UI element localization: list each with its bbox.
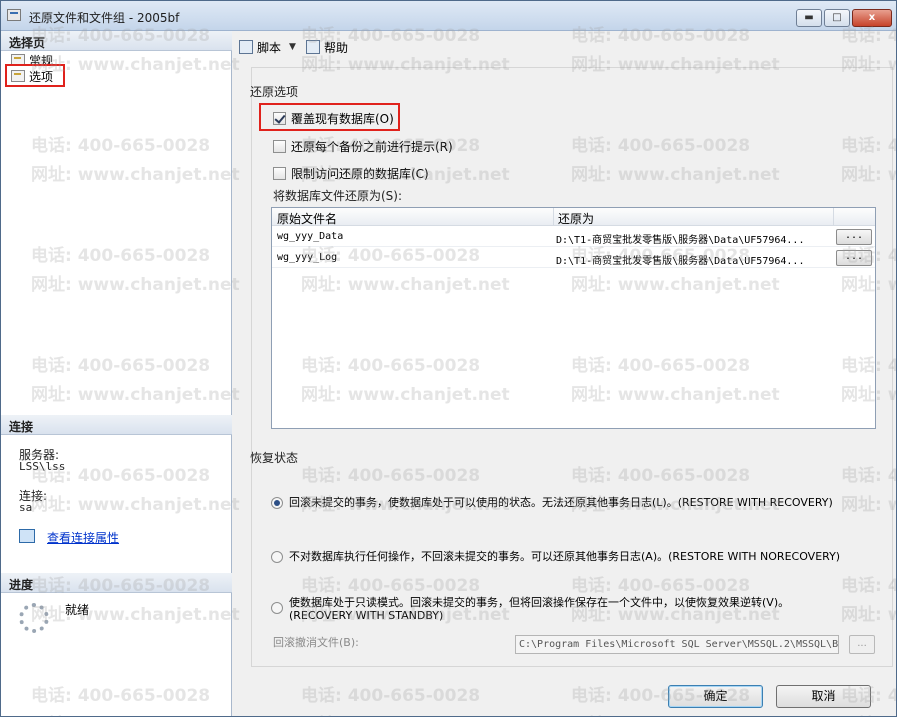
radio-norecovery[interactable] [271, 551, 283, 563]
restore-as-cell[interactable]: D:\T1-商贸宝批发零售版\服务器\Data\UF57964... [556, 252, 830, 267]
left-pane: 选择页 常规 选项 连接 服务器: LSS\lss 连接: sa 查看连接属性 … [1, 31, 232, 716]
restrict-label: 限制访问还原的数据库(C) [291, 167, 429, 181]
undo-file-input[interactable]: C:\Program Files\Microsoft SQL Server\MS… [515, 635, 839, 654]
help-icon [305, 40, 320, 54]
connection-header: 连接 [1, 415, 232, 435]
progress-spinner-icon [19, 603, 49, 633]
maximize-button[interactable]: □ [824, 9, 850, 27]
view-connection-properties-link[interactable]: 查看连接属性 [47, 529, 119, 546]
restore-as-label: 将数据库文件还原为(S): [273, 189, 403, 203]
grid-header: 原始文件名 还原为 [272, 208, 875, 226]
prompt-label: 还原每个备份之前进行提示(R) [291, 140, 453, 154]
progress-status: 就绪 [65, 603, 90, 617]
app-icon [7, 9, 21, 21]
restore-dialog-window: 还原文件和文件组 - 2005bf ▬ □ x 选择页 常规 选项 连接 服务器… [0, 0, 897, 717]
script-button[interactable]: 脚本 ▼ [239, 39, 296, 56]
table-row[interactable]: wg_yyy_Data D:\T1-商贸宝批发零售版\服务器\Data\UF57… [272, 227, 875, 247]
restore-options-title: 还原选项 [250, 85, 299, 99]
column-header-original[interactable]: 原始文件名 [277, 210, 337, 227]
prompt-checkbox-row[interactable]: 还原每个备份之前进行提示(R) [273, 138, 453, 155]
progress-header: 进度 [1, 573, 232, 593]
help-button[interactable]: 帮助 [305, 39, 348, 56]
script-icon [239, 40, 253, 54]
toolbar: 脚本 ▼ 帮助 [233, 31, 896, 63]
radio-recovery[interactable] [271, 497, 283, 509]
undo-file-label: 回滚撤消文件(B): [273, 636, 359, 649]
standby-label-mode: (RECOVERY WITH STANDBY) [289, 609, 444, 622]
cancel-button[interactable]: 取消 [776, 685, 871, 708]
recovery-option-standby[interactable]: 使数据库处于只读模式。回滚未提交的事务，但将回滚操作保存在一个文件中，以使恢复效… [271, 596, 789, 622]
standby-label: 使数据库处于只读模式。回滚未提交的事务，但将回滚操作保存在一个文件中，以使恢复效… [289, 596, 790, 609]
restrict-checkbox-row[interactable]: 限制访问还原的数据库(C) [273, 165, 429, 182]
select-page-header: 选择页 [1, 31, 232, 51]
recovery-state-title: 恢复状态 [250, 451, 299, 465]
restore-files-grid[interactable]: 原始文件名 还原为 wg_yyy_Data D:\T1-商贸宝批发零售版\服务器… [271, 207, 876, 429]
browse-button[interactable]: ... [836, 250, 872, 266]
browse-button[interactable]: ... [836, 229, 872, 245]
norecovery-label: 不对数据库执行任何操作，不回滚未提交的事务。可以还原其他事务日志(A)。(RES… [289, 550, 841, 563]
close-button[interactable]: x [852, 9, 892, 27]
original-file-cell: wg_yyy_Log [277, 252, 338, 263]
column-header-restore-as[interactable]: 还原为 [558, 210, 594, 227]
overwrite-highlight-box [259, 103, 400, 131]
script-label: 脚本 [257, 40, 282, 55]
minimize-button[interactable]: ▬ [796, 9, 822, 27]
title-bar[interactable]: 还原文件和文件组 - 2005bf ▬ □ x [1, 1, 896, 31]
prompt-checkbox[interactable] [273, 140, 286, 153]
recovery-label: 回滚未提交的事务，使数据库处于可以使用的状态。无法还原其他事务日志(L)。(RE… [289, 496, 833, 509]
recovery-option-recovery[interactable]: 回滚未提交的事务，使数据库处于可以使用的状态。无法还原其他事务日志(L)。(RE… [271, 496, 833, 509]
connection-properties-icon [19, 529, 35, 543]
connection-value: sa [19, 501, 33, 514]
restore-as-cell[interactable]: D:\T1-商贸宝批发零售版\服务器\Data\UF57964... [556, 231, 830, 246]
window-title: 还原文件和文件组 - 2005bf [29, 11, 180, 25]
table-row[interactable]: wg_yyy_Log D:\T1-商贸宝批发零售版\服务器\Data\UF579… [272, 248, 875, 268]
options-highlight-box [5, 64, 65, 87]
standby-label-group: 使数据库处于只读模式。回滚未提交的事务，但将回滚操作保存在一个文件中，以使恢复效… [289, 596, 789, 622]
recovery-option-norecovery[interactable]: 不对数据库执行任何操作，不回滚未提交的事务。可以还原其他事务日志(A)。(RES… [271, 550, 840, 563]
original-file-cell: wg_yyy_Data [277, 231, 344, 242]
help-label: 帮助 [323, 40, 348, 55]
server-value: LSS\lss [19, 460, 66, 473]
restrict-checkbox[interactable] [273, 167, 286, 180]
ok-button[interactable]: 确定 [668, 685, 763, 708]
radio-standby[interactable] [271, 602, 283, 614]
undo-browse-button[interactable]: ... [849, 635, 875, 654]
column-separator [553, 208, 554, 226]
chevron-down-icon[interactable]: ▼ [289, 42, 296, 52]
column-separator [833, 208, 834, 226]
